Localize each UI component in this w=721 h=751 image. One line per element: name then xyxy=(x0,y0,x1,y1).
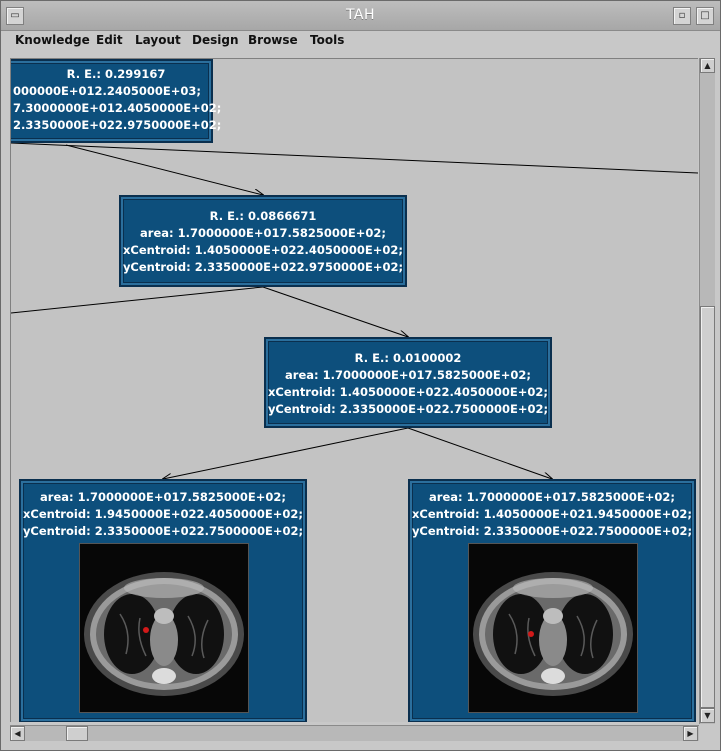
tree-node-root[interactable]: R. E.: 0.299167 000000E+012.2405000E+03;… xyxy=(11,59,222,143)
node-ycentroid-label: yCentroid: 2.3350000E+022.7500000E+02; xyxy=(267,402,549,416)
node-xcentroid-label: xCentroid: 1.9450000E+022.4050000E+02; xyxy=(22,507,304,521)
node-ycentroid-label: yCentroid: 2.3350000E+022.7500000E+02; xyxy=(22,524,304,538)
menu-tools[interactable]: Tools xyxy=(308,33,346,47)
menu-bar: Knowledge Edit Layout Design Browse Tool… xyxy=(5,32,718,52)
menu-browse[interactable]: Browse xyxy=(246,33,300,47)
node-xcentroid-label: xCentroid: 1.4050000E+022.4050000E+02; xyxy=(267,385,549,399)
tree-node-mid[interactable]: R. E.: 0.0866671 area: 1.7000000E+017.58… xyxy=(119,195,407,287)
scroll-right-button[interactable]: ▶ xyxy=(683,726,698,741)
node-area-label: 000000E+012.2405000E+03; xyxy=(13,84,201,98)
ct-scan-image xyxy=(468,543,638,713)
vertical-scrollbar[interactable]: ▲ ▼ xyxy=(699,58,715,724)
menu-edit[interactable]: Edit xyxy=(94,33,125,47)
ct-scan-image xyxy=(79,543,249,713)
node-re-label: R. E.: 0.299167 xyxy=(66,67,166,81)
application-window: ▭ TAH ▫ □ Knowledge Edit Layout Design B… xyxy=(0,0,721,751)
scroll-down-button[interactable]: ▼ xyxy=(700,708,715,723)
tree-node-lower[interactable]: R. E.: 0.0100002 area: 1.7000000E+017.58… xyxy=(264,337,552,428)
horizontal-scrollbar[interactable]: ◀ ▶ xyxy=(10,725,699,741)
scroll-up-button[interactable]: ▲ xyxy=(700,58,715,73)
node-re-label: R. E.: 0.0100002 xyxy=(354,351,462,365)
menu-layout[interactable]: Layout xyxy=(133,33,183,47)
node-ycentroid-label: yCentroid: 2.3350000E+022.7500000E+02; xyxy=(411,524,693,538)
node-ycentroid-label: yCentroid: 2.3350000E+022.9750000E+02; xyxy=(122,260,404,274)
node-xcentroid-label: 7.3000000E+012.4050000E+02; xyxy=(13,101,222,115)
minimize-button[interactable]: ▫ xyxy=(673,7,691,25)
node-area-label: area: 1.7000000E+017.5825000E+02; xyxy=(285,368,531,382)
tree-node-leaf-left[interactable]: area: 1.7000000E+017.5825000E+02; xCentr… xyxy=(19,479,307,722)
scroll-left-button[interactable]: ◀ xyxy=(10,726,25,741)
node-area-label: area: 1.7000000E+017.5825000E+02; xyxy=(429,490,675,504)
node-xcentroid-label: xCentroid: 1.4050000E+022.4050000E+02; xyxy=(122,243,404,257)
maximize-button[interactable]: □ xyxy=(696,7,714,25)
node-area-label: area: 1.7000000E+017.5825000E+02; xyxy=(40,490,286,504)
node-xcentroid-label: xCentroid: 1.4050000E+021.9450000E+02; xyxy=(411,507,693,521)
window-title: TAH xyxy=(345,7,376,23)
edge-mid-to-left xyxy=(11,286,264,314)
edge-lower-to-leaf-right xyxy=(407,427,552,479)
menu-knowledge[interactable]: Knowledge xyxy=(13,33,92,47)
tree-canvas[interactable]: R. E.: 0.299167 000000E+012.2405000E+03;… xyxy=(10,58,698,722)
highlight-marker xyxy=(143,627,149,633)
vertical-scroll-thumb[interactable] xyxy=(700,306,715,708)
tree-node-leaf-right[interactable]: area: 1.7000000E+017.5825000E+02; xCentr… xyxy=(408,479,696,722)
menu-design[interactable]: Design xyxy=(190,33,241,47)
node-ycentroid-label: 2.3350000E+022.9750000E+02; xyxy=(13,118,222,132)
edge-mid-to-lower xyxy=(262,286,408,337)
edge-lower-to-leaf-left xyxy=(163,427,409,479)
node-area-label: area: 1.7000000E+017.5825000E+02; xyxy=(140,226,386,240)
horizontal-scroll-thumb[interactable] xyxy=(66,726,88,741)
title-bar[interactable]: ▭ TAH ▫ □ xyxy=(1,1,720,31)
edge-root-to-right xyxy=(11,142,698,174)
scroll-corner xyxy=(699,725,715,741)
highlight-marker xyxy=(528,631,534,637)
node-re-label: R. E.: 0.0866671 xyxy=(209,209,317,223)
